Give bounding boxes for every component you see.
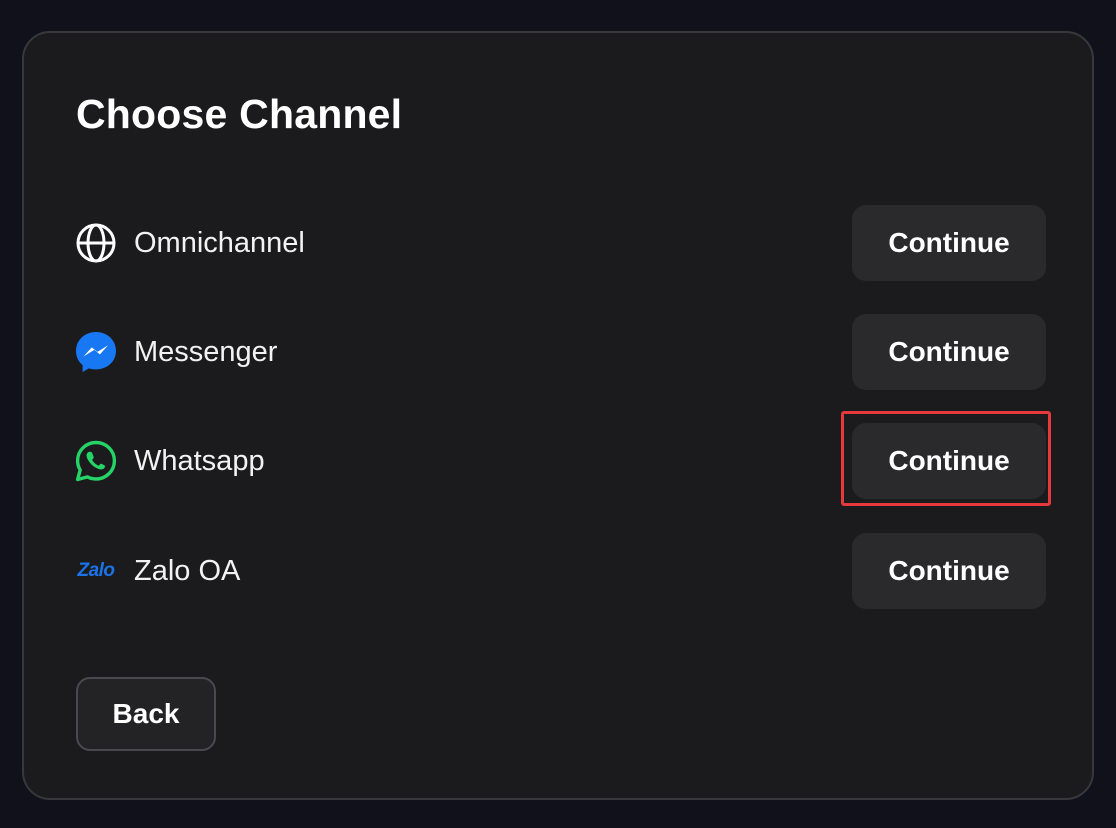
continue-button-omnichannel[interactable]: Continue (852, 205, 1046, 281)
channel-row-messenger: Messenger Continue (74, 314, 1046, 390)
channel-label-messenger: Messenger (134, 336, 278, 368)
choose-channel-dialog: Choose Channel Omnichannel Continue Mess… (22, 31, 1094, 800)
channel-row-zalo-oa: Zalo Zalo OA Continue (74, 533, 1046, 609)
continue-button-whatsapp[interactable]: Continue (852, 423, 1046, 499)
messenger-icon (74, 331, 118, 373)
globe-icon (74, 222, 118, 264)
channel-row-whatsapp: Whatsapp Continue (74, 423, 1046, 499)
channel-label-whatsapp: Whatsapp (134, 445, 265, 477)
whatsapp-icon (74, 440, 118, 482)
zalo-icon: Zalo (74, 550, 118, 592)
continue-button-messenger[interactable]: Continue (852, 314, 1046, 390)
zalo-logo-text: Zalo (77, 560, 115, 581)
channel-row-omnichannel: Omnichannel Continue (74, 205, 1046, 281)
back-button[interactable]: Back (76, 677, 216, 751)
dialog-title: Choose Channel (76, 91, 403, 137)
channel-label-omnichannel: Omnichannel (134, 227, 305, 259)
continue-button-zalo-oa[interactable]: Continue (852, 533, 1046, 609)
channel-label-zalo-oa: Zalo OA (134, 555, 241, 587)
